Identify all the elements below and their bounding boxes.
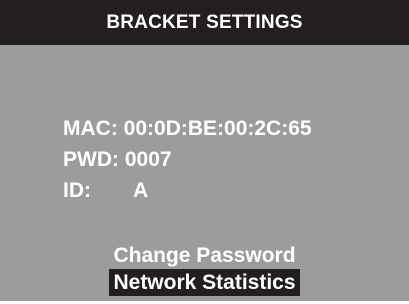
device-info-panel: MAC: 00:0D:BE:00:2C:65 PWD: 0007 ID: A — [63, 113, 312, 206]
id-label: ID: — [63, 179, 91, 202]
mac-label: MAC: — [63, 117, 118, 140]
settings-menu: Change Password Network Statistics — [0, 242, 409, 296]
menu-item-change-password[interactable]: Change Password — [0, 242, 409, 269]
pwd-row: PWD: 0007 — [63, 144, 312, 175]
menu-item-label: Network Statistics — [109, 269, 300, 296]
mac-value: 00:0D:BE:00:2C:65 — [123, 117, 312, 140]
pwd-value: 0007 — [124, 148, 172, 171]
id-value: A — [133, 179, 149, 202]
mac-row: MAC: 00:0D:BE:00:2C:65 — [63, 113, 312, 144]
bracket-settings-screen: BRACKET SETTINGS MAC: 00:0D:BE:00:2C:65 … — [0, 0, 409, 304]
menu-item-network-statistics[interactable]: Network Statistics — [0, 269, 409, 296]
page-title: BRACKET SETTINGS — [0, 0, 409, 45]
id-row: ID: A — [63, 175, 312, 206]
menu-item-label: Change Password — [113, 244, 296, 267]
pwd-label: PWD: — [63, 148, 119, 171]
